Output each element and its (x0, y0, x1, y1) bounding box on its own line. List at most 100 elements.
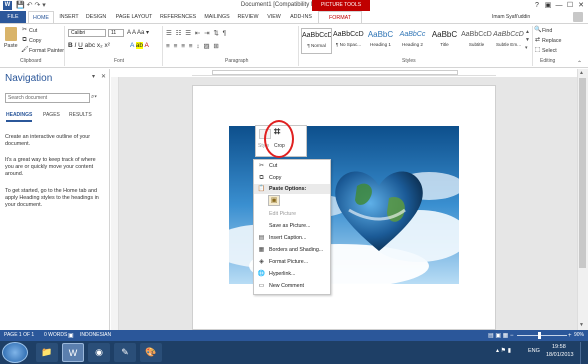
show-desktop-button[interactable] (580, 342, 588, 364)
select-icon: ⬚ (534, 47, 541, 53)
style-normal[interactable]: AaBbCcDc ¶ Normal (301, 28, 332, 54)
tab-references[interactable]: REFERENCES (160, 11, 196, 23)
menu-item-label: Hyperlink... (269, 271, 296, 277)
styles-group-label: Styles (402, 58, 416, 64)
menu-item-label: Cut (269, 163, 278, 169)
zoom-out-icon[interactable]: − (510, 331, 514, 341)
ribbon-display-options-icon[interactable]: ▣ (543, 1, 553, 10)
clock-time[interactable]: 19:58 (552, 344, 566, 350)
scroll-down-icon[interactable]: ▼ (579, 322, 584, 328)
nav-pane-close-icon[interactable]: ✕ (101, 73, 106, 80)
word-count[interactable]: 0 WORDS (44, 330, 67, 341)
scroll-up-icon[interactable]: ▲ (579, 70, 584, 76)
font-size-field[interactable]: 11 (108, 29, 124, 37)
menu-item-cut[interactable]: ✂ Cut (254, 161, 330, 171)
nav-help-text: Create an interactive outline of your do… (5, 134, 91, 147)
start-button[interactable] (2, 342, 28, 363)
style-preview: AaBbCcDc (333, 31, 364, 38)
zoom-in-icon[interactable]: + (568, 331, 572, 341)
tab-review[interactable]: REVIEW (236, 11, 260, 23)
tab-insert[interactable]: INSERT (58, 11, 80, 23)
alignment-icons[interactable]: ≡ ≡ ≡ ≡ ↕ ▨ ⊞ (166, 42, 220, 50)
style-heading-2[interactable]: AaBbCc Heading 2 (397, 28, 428, 54)
page-count[interactable]: PAGE 1 OF 1 (4, 330, 34, 341)
paste-picture-icon[interactable]: ▣ (268, 195, 280, 206)
menu-item-save-as-picture[interactable]: Save as Picture... (254, 221, 330, 231)
app-taskbar-icon[interactable]: ✎ (114, 343, 136, 362)
style-subtitle[interactable]: AaBbCcD Subtitle (461, 28, 492, 54)
menu-item-hyperlink[interactable]: 🌐 Hyperlink... (254, 269, 330, 279)
tab-design[interactable]: DESIGN (84, 11, 108, 23)
explorer-taskbar-icon[interactable]: 📁 (36, 343, 58, 362)
menu-item-borders-and-shading[interactable]: ▦ Borders and Shading... (254, 245, 330, 255)
help-icon[interactable]: ? (532, 1, 542, 10)
tab-file[interactable]: FILE (0, 11, 26, 23)
proofing-icon[interactable]: ▣ (68, 331, 74, 341)
search-icon[interactable]: ⌕▾ (91, 94, 97, 101)
find-button[interactable]: Find (542, 28, 552, 34)
style-subtle-emphasis[interactable]: AaBbCcD Subtle Em... (493, 28, 524, 54)
menu-item-label: Paste Options: (269, 186, 307, 192)
search-input[interactable]: Search document (5, 93, 90, 103)
tab-pages[interactable]: PAGES (43, 112, 60, 118)
font-name-field[interactable]: Calibri (68, 29, 106, 37)
styles-scroll-icon[interactable]: ▲ ▼ ▾ (525, 28, 530, 52)
zoom-level[interactable]: 90% (574, 330, 584, 341)
zoom-slider[interactable] (517, 335, 567, 336)
tab-format[interactable]: FORMAT (318, 11, 362, 23)
replace-icon: ⇄ (534, 37, 541, 43)
word-taskbar-icon[interactable]: W (62, 343, 84, 362)
zoom-slider-thumb[interactable] (538, 332, 541, 339)
close-button[interactable]: ✕ (576, 1, 586, 10)
style-preview: AaBbCcD (493, 31, 524, 38)
tab-page-layout[interactable]: PAGE LAYOUT (114, 11, 154, 23)
menu-item-new-comment[interactable]: ▭ New Comment (254, 281, 330, 291)
menu-item-edit-picture: Edit Picture (269, 211, 297, 217)
style-title[interactable]: AaBbC Title (429, 28, 460, 54)
highlight-circle-annotation (264, 120, 294, 158)
bold-italic-underline-icons[interactable]: B I U abc x₂ x² (68, 42, 110, 49)
tab-home[interactable]: HOME (28, 11, 54, 23)
tab-headings[interactable]: HEADINGS (6, 112, 33, 122)
tab-results[interactable]: RESULTS (69, 112, 92, 118)
menu-item-format-picture[interactable]: ◈ Format Picture... (254, 257, 330, 267)
tab-mailings[interactable]: MAILINGS (202, 11, 232, 23)
list-indent-icons[interactable]: ☰ ☷ ☰ ⇤ ⇥ ⇅ ¶ (166, 29, 227, 37)
cut-button[interactable]: Cut (29, 28, 37, 34)
input-language[interactable]: ENG (528, 348, 540, 354)
group-divider (532, 26, 533, 66)
nav-help-text: It's a great way to keep track of where … (5, 157, 96, 177)
copy-button[interactable]: Copy (29, 38, 41, 44)
font-color-icons[interactable]: A ab A (130, 42, 149, 49)
vertical-ruler[interactable] (111, 77, 119, 330)
navigation-title: Navigation (5, 73, 53, 84)
tab-add-ins[interactable]: ADD-INS (288, 11, 314, 23)
menu-item-insert-caption[interactable]: ▤ Insert Caption... (254, 233, 330, 243)
style-heading-1[interactable]: AaBbC Heading 1 (365, 28, 396, 54)
user-name[interactable]: Imam Syafi'uddin (492, 11, 530, 23)
style-preview: AaBbC (431, 30, 458, 39)
style-name: Title (440, 42, 449, 47)
collapse-ribbon-icon[interactable]: ⌃ (577, 60, 582, 67)
language-indicator[interactable]: INDONESIAN (80, 330, 111, 341)
clock-date[interactable]: 18/01/2013 (546, 352, 574, 358)
paste-icon[interactable] (5, 27, 17, 41)
tab-view[interactable]: VIEW (264, 11, 284, 23)
scrollbar-thumb[interactable] (579, 78, 586, 268)
select-button[interactable]: Select (542, 48, 557, 54)
avatar[interactable] (573, 12, 583, 22)
menu-item-copy[interactable]: ⧉ Copy (254, 173, 330, 183)
tray-icons[interactable]: ▴ ⚑ ▮ (496, 347, 511, 354)
maximize-button[interactable]: ☐ (565, 1, 575, 10)
paint-taskbar-icon[interactable]: 🎨 (140, 343, 162, 362)
chrome-taskbar-icon[interactable]: ◉ (88, 343, 110, 362)
paste-button[interactable]: Paste (4, 43, 18, 49)
grow-shrink-font-icons[interactable]: A A Aa ▾ (127, 29, 149, 36)
style-no-spacing[interactable]: AaBbCcDc ¶ No Spac... (333, 28, 364, 54)
nav-help-text: To get started, go to the Home tab and a… (5, 188, 99, 208)
format-painter-button[interactable]: Format Painter (29, 48, 64, 54)
nav-pane-options-icon[interactable]: ▾ (92, 73, 95, 80)
view-mode-icons[interactable]: ▤ ▣ ▦ (488, 331, 508, 341)
replace-button[interactable]: Replace (542, 38, 561, 44)
minimize-button[interactable]: — (554, 1, 564, 10)
